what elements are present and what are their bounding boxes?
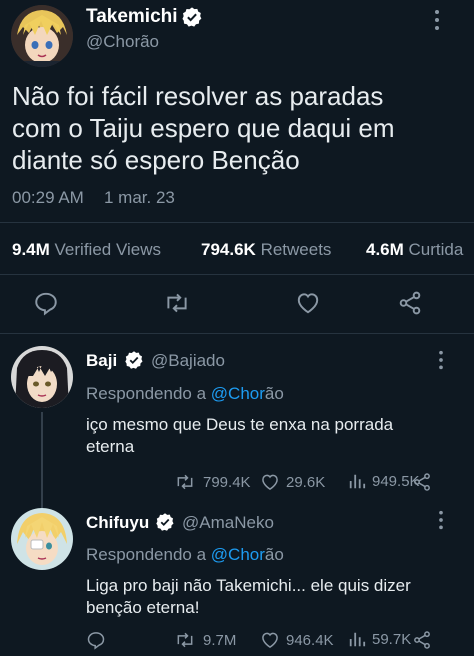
- avatar-chifuyu[interactable]: [11, 508, 73, 570]
- reply-icon[interactable]: [33, 290, 59, 316]
- replying-to: Respondendo a @Chorão: [86, 384, 284, 404]
- more-icon[interactable]: [432, 8, 442, 32]
- divider: [0, 274, 474, 275]
- metric-retweets[interactable]: 794.6K Retweets: [201, 240, 331, 260]
- views-icon: [348, 630, 366, 648]
- reply-text: Liga pro baji não Takemichi... ele quis …: [86, 575, 471, 619]
- more-icon[interactable]: [436, 509, 446, 531]
- tweet-text-line: com o Taiju espero que daqui em: [12, 113, 395, 143]
- reply-icon[interactable]: [86, 630, 106, 650]
- reply-like-stat[interactable]: 946.4K: [260, 630, 334, 650]
- like-count: 946.4K: [286, 631, 334, 649]
- like-icon[interactable]: [295, 290, 321, 316]
- replying-prefix: Respondendo a: [86, 545, 207, 564]
- retweets-label: Retweets: [260, 240, 332, 259]
- reply-text-line: eterna: [86, 437, 135, 456]
- replying-to-suffix: ão: [264, 545, 284, 564]
- avatar-baji[interactable]: [11, 346, 73, 408]
- reply-display-name[interactable]: Baji: [86, 351, 117, 371]
- reply-retweet-stat[interactable]: 9.7M: [173, 630, 236, 650]
- tweet-time[interactable]: 00:29 AM: [12, 188, 84, 208]
- more-icon[interactable]: [436, 349, 446, 371]
- reply-retweet-stat[interactable]: 799.4K: [173, 472, 251, 492]
- views-icon: [348, 472, 366, 490]
- share-icon[interactable]: [412, 472, 432, 492]
- reply-text-line: benção eterna!: [86, 598, 200, 617]
- likes-count: 4.6M: [366, 240, 404, 259]
- tweet-text-line: diante só espero Benção: [12, 145, 300, 175]
- reply-views-stat[interactable]: 949.5K: [348, 472, 420, 490]
- replying-prefix: Respondendo a: [86, 384, 207, 403]
- retweet-icon[interactable]: [163, 290, 191, 316]
- thread-line: [41, 412, 43, 508]
- replying-to: Respondendo a @Chorão: [86, 545, 284, 565]
- retweet-icon: [173, 630, 197, 650]
- reply-views-stat[interactable]: 59.7K: [348, 630, 411, 648]
- metric-views[interactable]: 9.4M Verified Views: [12, 240, 161, 260]
- tweet-text-line: Não foi fácil resolver as paradas: [12, 81, 384, 111]
- reply-like-stat[interactable]: 29.6K: [260, 472, 325, 492]
- divider: [0, 333, 474, 334]
- replying-to-suffix: ão: [264, 384, 284, 403]
- reply-text: iço mesmo que Deus te enxa na porrada et…: [86, 414, 466, 458]
- verified-badge-icon: [155, 512, 175, 532]
- replying-to-link[interactable]: @Chor: [211, 545, 265, 564]
- tweet-date[interactable]: 1 mar. 23: [104, 188, 175, 208]
- views-label: Verified Views: [54, 240, 161, 259]
- reply-handle[interactable]: @Bajiado: [151, 351, 225, 371]
- verified-badge-icon: [124, 350, 144, 370]
- reply-display-name[interactable]: Chifuyu: [86, 513, 149, 533]
- display-name[interactable]: Takemichi: [86, 6, 178, 28]
- views-count: 9.4M: [12, 240, 50, 259]
- likes-label: Curtida: [408, 240, 464, 259]
- share-icon[interactable]: [412, 630, 432, 650]
- views-count: 59.7K: [372, 630, 412, 648]
- reply-handle[interactable]: @AmaNeko: [182, 513, 274, 533]
- like-count: 29.6K: [286, 473, 326, 491]
- verified-badge-icon: [181, 6, 203, 28]
- reply-text-line: Liga pro baji não Takemichi... ele quis …: [86, 576, 411, 595]
- retweet-count: 9.7M: [203, 631, 237, 649]
- divider: [0, 222, 474, 223]
- retweet-icon: [173, 472, 197, 492]
- metric-likes[interactable]: 4.6M Curtida: [366, 240, 474, 260]
- avatar-takemichi[interactable]: [11, 5, 73, 67]
- handle[interactable]: @Chorão: [86, 32, 159, 52]
- like-icon: [260, 630, 280, 650]
- like-icon: [260, 472, 280, 492]
- share-icon[interactable]: [397, 290, 423, 316]
- replying-to-link[interactable]: @Chor: [211, 384, 265, 403]
- retweets-count: 794.6K: [201, 240, 256, 259]
- retweet-count: 799.4K: [203, 473, 251, 491]
- tweet-text: Não foi fácil resolver as paradas com o …: [12, 80, 472, 176]
- reply-text-line: iço mesmo que Deus te enxa na porrada: [86, 415, 394, 434]
